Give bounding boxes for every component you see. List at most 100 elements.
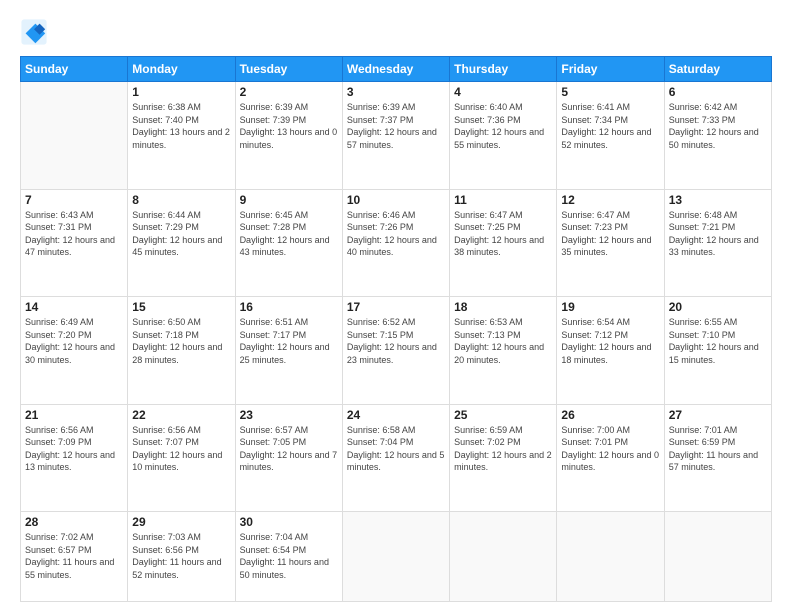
day-info: Sunrise: 6:39 AMSunset: 7:37 PMDaylight:… <box>347 101 445 151</box>
day-cell: 4Sunrise: 6:40 AMSunset: 7:36 PMDaylight… <box>450 82 557 190</box>
day-header-thursday: Thursday <box>450 57 557 82</box>
day-header-row: SundayMondayTuesdayWednesdayThursdayFrid… <box>21 57 772 82</box>
day-cell: 19 Sunrise: 6:54 AMSunset: 7:12 PMDayligh… <box>557 297 664 405</box>
day-number: 23 <box>240 408 338 422</box>
logo-icon <box>20 18 48 46</box>
day-cell: 18 Sunrise: 6:53 AMSunset: 7:13 PMDayligh… <box>450 297 557 405</box>
header <box>20 18 772 46</box>
logo <box>20 18 52 46</box>
day-cell: 30 Sunrise: 7:04 AMSunset: 6:54 PMDayligh… <box>235 512 342 602</box>
page: SundayMondayTuesdayWednesdayThursdayFrid… <box>0 0 792 612</box>
day-cell: 10 Sunrise: 6:46 AMSunset: 7:26 PMDayligh… <box>342 189 449 297</box>
day-info: Sunrise: 6:47 AMSunset: 7:23 PMDaylight:… <box>561 209 659 259</box>
day-number: 18 <box>454 300 552 314</box>
day-number: 5 <box>561 85 659 99</box>
day-info: Sunrise: 7:01 AMSunset: 6:59 PMDaylight:… <box>669 424 767 474</box>
day-number: 26 <box>561 408 659 422</box>
day-cell: 26 Sunrise: 7:00 AMSunset: 7:01 PMDayligh… <box>557 404 664 512</box>
day-cell: 23 Sunrise: 6:57 AMSunset: 7:05 PMDayligh… <box>235 404 342 512</box>
day-info: Sunrise: 6:54 AMSunset: 7:12 PMDaylight:… <box>561 316 659 366</box>
day-info: Sunrise: 6:44 AMSunset: 7:29 PMDaylight:… <box>132 209 230 259</box>
day-cell: 20 Sunrise: 6:55 AMSunset: 7:10 PMDayligh… <box>664 297 771 405</box>
day-number: 22 <box>132 408 230 422</box>
day-number: 27 <box>669 408 767 422</box>
day-number: 15 <box>132 300 230 314</box>
day-number: 2 <box>240 85 338 99</box>
day-info: Sunrise: 6:50 AMSunset: 7:18 PMDaylight:… <box>132 316 230 366</box>
day-cell <box>664 512 771 602</box>
day-cell: 28 Sunrise: 7:02 AMSunset: 6:57 PMDayligh… <box>21 512 128 602</box>
day-number: 28 <box>25 515 123 529</box>
day-cell <box>557 512 664 602</box>
week-row-3: 21 Sunrise: 6:56 AMSunset: 7:09 PMDayligh… <box>21 404 772 512</box>
day-number: 13 <box>669 193 767 207</box>
day-info: Sunrise: 6:57 AMSunset: 7:05 PMDaylight:… <box>240 424 338 474</box>
day-info: Sunrise: 7:00 AMSunset: 7:01 PMDaylight:… <box>561 424 659 474</box>
day-number: 4 <box>454 85 552 99</box>
week-row-1: 7 Sunrise: 6:43 AMSunset: 7:31 PMDaylight… <box>21 189 772 297</box>
day-cell: 7 Sunrise: 6:43 AMSunset: 7:31 PMDaylight… <box>21 189 128 297</box>
day-cell: 14 Sunrise: 6:49 AMSunset: 7:20 PMDayligh… <box>21 297 128 405</box>
day-cell: 11 Sunrise: 6:47 AMSunset: 7:25 PMDayligh… <box>450 189 557 297</box>
day-info: Sunrise: 6:45 AMSunset: 7:28 PMDaylight:… <box>240 209 338 259</box>
week-row-4: 28 Sunrise: 7:02 AMSunset: 6:57 PMDayligh… <box>21 512 772 602</box>
day-number: 8 <box>132 193 230 207</box>
day-info: Sunrise: 6:56 AMSunset: 7:09 PMDaylight:… <box>25 424 123 474</box>
day-cell: 25Sunrise: 6:59 AMSunset: 7:02 PMDayligh… <box>450 404 557 512</box>
calendar: SundayMondayTuesdayWednesdayThursdayFrid… <box>20 56 772 602</box>
day-cell: 17Sunrise: 6:52 AMSunset: 7:15 PMDayligh… <box>342 297 449 405</box>
day-number: 6 <box>669 85 767 99</box>
day-cell: 22 Sunrise: 6:56 AMSunset: 7:07 PMDayligh… <box>128 404 235 512</box>
day-info: Sunrise: 6:39 AMSunset: 7:39 PMDaylight:… <box>240 101 338 151</box>
day-number: 24 <box>347 408 445 422</box>
day-cell: 5 Sunrise: 6:41 AMSunset: 7:34 PMDaylight… <box>557 82 664 190</box>
day-cell: 1Sunrise: 6:38 AMSunset: 7:40 PMDaylight… <box>128 82 235 190</box>
day-cell: 21 Sunrise: 6:56 AMSunset: 7:09 PMDayligh… <box>21 404 128 512</box>
day-info: Sunrise: 6:56 AMSunset: 7:07 PMDaylight:… <box>132 424 230 474</box>
day-number: 21 <box>25 408 123 422</box>
day-cell: 27 Sunrise: 7:01 AMSunset: 6:59 PMDayligh… <box>664 404 771 512</box>
day-number: 10 <box>347 193 445 207</box>
day-number: 7 <box>25 193 123 207</box>
day-info: Sunrise: 6:38 AMSunset: 7:40 PMDaylight:… <box>132 101 230 151</box>
day-header-saturday: Saturday <box>664 57 771 82</box>
day-info: Sunrise: 7:04 AMSunset: 6:54 PMDaylight:… <box>240 531 338 581</box>
day-number: 19 <box>561 300 659 314</box>
day-header-friday: Friday <box>557 57 664 82</box>
day-number: 14 <box>25 300 123 314</box>
day-info: Sunrise: 6:49 AMSunset: 7:20 PMDaylight:… <box>25 316 123 366</box>
day-header-wednesday: Wednesday <box>342 57 449 82</box>
day-cell: 8 Sunrise: 6:44 AMSunset: 7:29 PMDaylight… <box>128 189 235 297</box>
day-info: Sunrise: 7:02 AMSunset: 6:57 PMDaylight:… <box>25 531 123 581</box>
day-info: Sunrise: 6:43 AMSunset: 7:31 PMDaylight:… <box>25 209 123 259</box>
day-number: 11 <box>454 193 552 207</box>
day-info: Sunrise: 6:46 AMSunset: 7:26 PMDaylight:… <box>347 209 445 259</box>
day-cell: 6 Sunrise: 6:42 AMSunset: 7:33 PMDaylight… <box>664 82 771 190</box>
day-info: Sunrise: 6:47 AMSunset: 7:25 PMDaylight:… <box>454 209 552 259</box>
day-info: Sunrise: 6:53 AMSunset: 7:13 PMDaylight:… <box>454 316 552 366</box>
day-number: 30 <box>240 515 338 529</box>
day-cell: 12Sunrise: 6:47 AMSunset: 7:23 PMDayligh… <box>557 189 664 297</box>
day-cell: 9 Sunrise: 6:45 AMSunset: 7:28 PMDaylight… <box>235 189 342 297</box>
day-cell: 3Sunrise: 6:39 AMSunset: 7:37 PMDaylight… <box>342 82 449 190</box>
day-cell: 16Sunrise: 6:51 AMSunset: 7:17 PMDayligh… <box>235 297 342 405</box>
day-info: Sunrise: 6:42 AMSunset: 7:33 PMDaylight:… <box>669 101 767 151</box>
day-info: Sunrise: 6:52 AMSunset: 7:15 PMDaylight:… <box>347 316 445 366</box>
day-info: Sunrise: 6:59 AMSunset: 7:02 PMDaylight:… <box>454 424 552 474</box>
day-number: 29 <box>132 515 230 529</box>
day-info: Sunrise: 6:41 AMSunset: 7:34 PMDaylight:… <box>561 101 659 151</box>
week-row-2: 14 Sunrise: 6:49 AMSunset: 7:20 PMDayligh… <box>21 297 772 405</box>
day-cell <box>342 512 449 602</box>
day-info: Sunrise: 7:03 AMSunset: 6:56 PMDaylight:… <box>132 531 230 581</box>
day-info: Sunrise: 6:55 AMSunset: 7:10 PMDaylight:… <box>669 316 767 366</box>
day-info: Sunrise: 6:58 AMSunset: 7:04 PMDaylight:… <box>347 424 445 474</box>
day-header-tuesday: Tuesday <box>235 57 342 82</box>
day-number: 20 <box>669 300 767 314</box>
day-cell: 13 Sunrise: 6:48 AMSunset: 7:21 PMDayligh… <box>664 189 771 297</box>
day-info: Sunrise: 6:48 AMSunset: 7:21 PMDaylight:… <box>669 209 767 259</box>
day-cell: 29 Sunrise: 7:03 AMSunset: 6:56 PMDayligh… <box>128 512 235 602</box>
day-number: 9 <box>240 193 338 207</box>
day-header-monday: Monday <box>128 57 235 82</box>
day-cell: 24 Sunrise: 6:58 AMSunset: 7:04 PMDayligh… <box>342 404 449 512</box>
day-number: 16 <box>240 300 338 314</box>
